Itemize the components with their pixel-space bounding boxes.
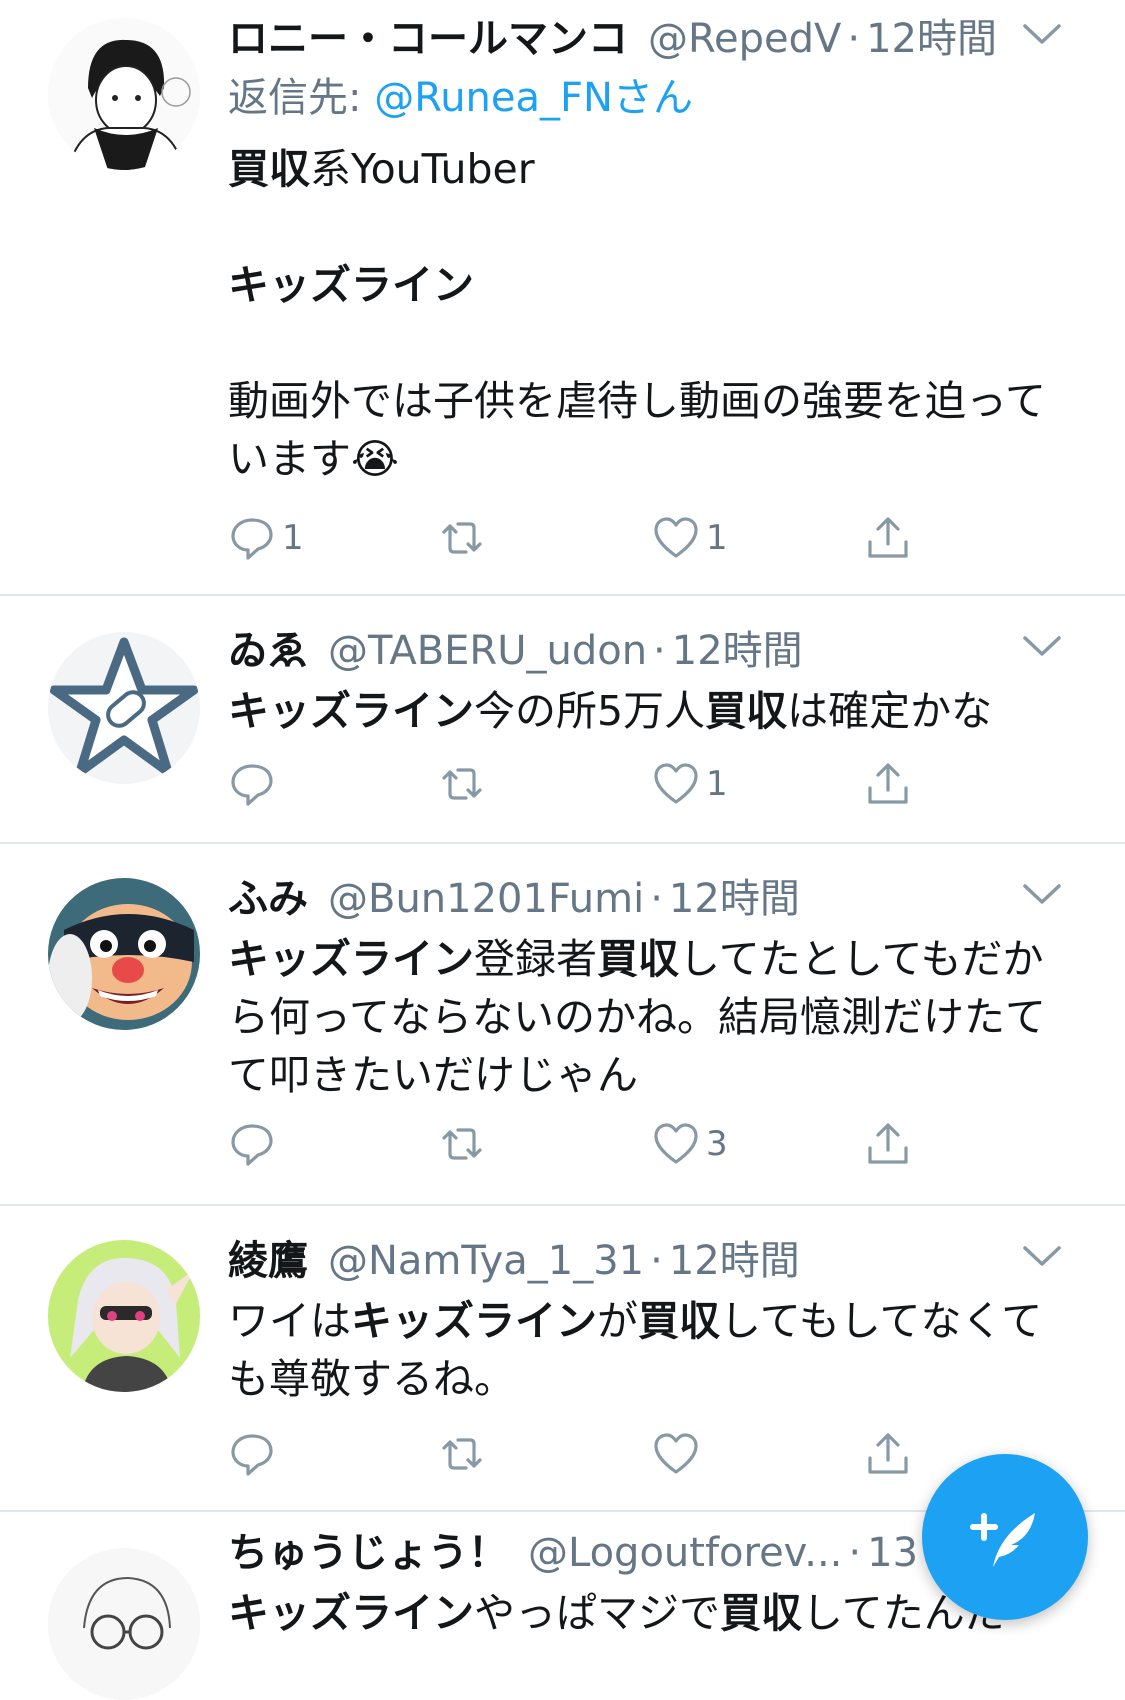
manga-boy-avatar-icon: [48, 18, 200, 170]
retweet-button[interactable]: [438, 508, 492, 568]
reply-button[interactable]: [228, 1424, 282, 1484]
timestamp[interactable]: 12時間: [669, 868, 800, 930]
tweet-header: ロニー・コールマンコ @RepedV · 12時間: [228, 8, 1065, 70]
tweet-actions: 1: [228, 754, 988, 814]
user-handle[interactable]: @NamTya_1_31: [328, 1230, 644, 1292]
retweet-icon: [442, 1128, 482, 1160]
chevron-down-icon[interactable]: [1017, 874, 1067, 914]
avatar[interactable]: [48, 1548, 200, 1700]
tweet-3[interactable]: ふみ @Bun1201Fumi · 12時間 キッズライン登録者買収してたとして…: [0, 844, 1125, 1206]
retweet-button[interactable]: [438, 754, 492, 814]
avatar[interactable]: [48, 878, 200, 1030]
display-name[interactable]: 綾鷹: [228, 1230, 308, 1292]
tweet-header: ふみ @Bun1201Fumi · 12時間: [228, 868, 1065, 930]
star-pill-avatar-icon: [48, 632, 200, 784]
chevron-down-icon[interactable]: [1017, 1236, 1067, 1276]
masked-face-avatar-icon: [48, 878, 200, 1030]
like-count: 3: [706, 1124, 728, 1164]
user-handle[interactable]: @Logoutforev...: [528, 1522, 842, 1584]
tweet-text: キッズライン今の所5万人買収は確定かな: [228, 687, 993, 735]
tweet-text: キッズライン登録者買収してたとしてもだから何ってならないのかね。結局憶測だけたて…: [228, 935, 1046, 1099]
tweet-text: 買収系YouTuber キッズライン 動画外では子供を虐待し動画の強要を迫っています…: [228, 145, 1046, 483]
retweet-button[interactable]: [438, 1114, 492, 1174]
heart-icon: [654, 1433, 698, 1474]
tweet-actions: 1 1: [228, 508, 988, 568]
compose-feather-icon: [970, 1513, 1035, 1567]
share-button[interactable]: [864, 1114, 912, 1174]
reply-button[interactable]: [228, 1114, 282, 1174]
retweet-button[interactable]: [438, 1424, 492, 1484]
heart-icon: [654, 517, 698, 558]
reply-icon: [231, 1124, 273, 1166]
tweet-actions: 3: [228, 1114, 988, 1174]
like-button[interactable]: [652, 1424, 706, 1484]
sketch-glasses-avatar-icon: [48, 1548, 200, 1700]
heart-icon: [654, 1123, 698, 1164]
timestamp[interactable]: 12時間: [866, 8, 997, 70]
retweet-icon: [442, 768, 482, 800]
tweet-4[interactable]: 綾鷹 @NamTya_1_31 · 12時間 ワイはキッズラインが買収してもして…: [0, 1206, 1125, 1512]
reply-icon: [231, 764, 273, 806]
chevron-down-icon[interactable]: [1017, 626, 1067, 666]
like-button[interactable]: 3: [652, 1114, 728, 1174]
reply-mention-link[interactable]: @Runea_FNさん: [374, 75, 693, 121]
reply-icon: [231, 518, 273, 560]
user-handle[interactable]: @TABERU_udon: [328, 620, 647, 682]
share-icon: [868, 517, 908, 558]
tweet-1[interactable]: ロニー・コールマンコ @RepedV · 12時間 返信先: @Runea_FN…: [0, 0, 1125, 596]
share-icon: [868, 763, 908, 804]
user-handle[interactable]: @RepedV: [648, 8, 841, 70]
squid-girl-avatar-icon: [48, 1240, 200, 1392]
timestamp[interactable]: 13: [867, 1522, 918, 1584]
heart-icon: [654, 763, 698, 804]
timestamp[interactable]: 12時間: [672, 620, 803, 682]
like-button[interactable]: 1: [652, 754, 728, 814]
share-button[interactable]: [864, 754, 912, 814]
avatar[interactable]: [48, 632, 200, 784]
timestamp[interactable]: 12時間: [669, 1230, 800, 1292]
like-count: 1: [706, 764, 728, 804]
retweet-icon: [442, 1438, 482, 1470]
reply-count: 1: [282, 518, 304, 558]
share-icon: [868, 1123, 908, 1164]
reply-button[interactable]: 1: [228, 508, 304, 568]
tweet-header: 綾鷹 @NamTya_1_31 · 12時間: [228, 1230, 1065, 1292]
display-name[interactable]: ロニー・コールマンコ: [228, 8, 628, 70]
share-icon: [868, 1433, 908, 1474]
user-handle[interactable]: @Bun1201Fumi: [328, 868, 644, 930]
compose-tweet-button[interactable]: [922, 1454, 1088, 1620]
retweet-icon: [442, 522, 482, 554]
display-name[interactable]: ふみ: [228, 868, 308, 930]
reply-icon: [231, 1434, 273, 1476]
share-button[interactable]: [864, 508, 912, 568]
display-name[interactable]: ゐゑ: [228, 620, 308, 682]
chevron-down-icon[interactable]: [1017, 14, 1067, 54]
like-count: 1: [706, 518, 728, 558]
reply-to-line: 返信先: @Runea_FNさん: [228, 75, 693, 121]
tweet-header: ゐゑ @TABERU_udon · 12時間: [228, 620, 1065, 682]
avatar[interactable]: [48, 18, 200, 170]
share-button[interactable]: [864, 1424, 912, 1484]
reply-button[interactable]: [228, 754, 282, 814]
avatar[interactable]: [48, 1240, 200, 1392]
like-button[interactable]: 1: [652, 508, 728, 568]
display-name[interactable]: ちゅうじょう！: [228, 1522, 508, 1584]
tweet-actions: [228, 1424, 988, 1484]
tweet-2[interactable]: ゐゑ @TABERU_udon · 12時間 キッズライン今の所5万人買収は確定…: [0, 596, 1125, 844]
tweet-text: ワイはキッズラインが買収してもしてなくても尊敬するね。: [228, 1297, 1043, 1403]
